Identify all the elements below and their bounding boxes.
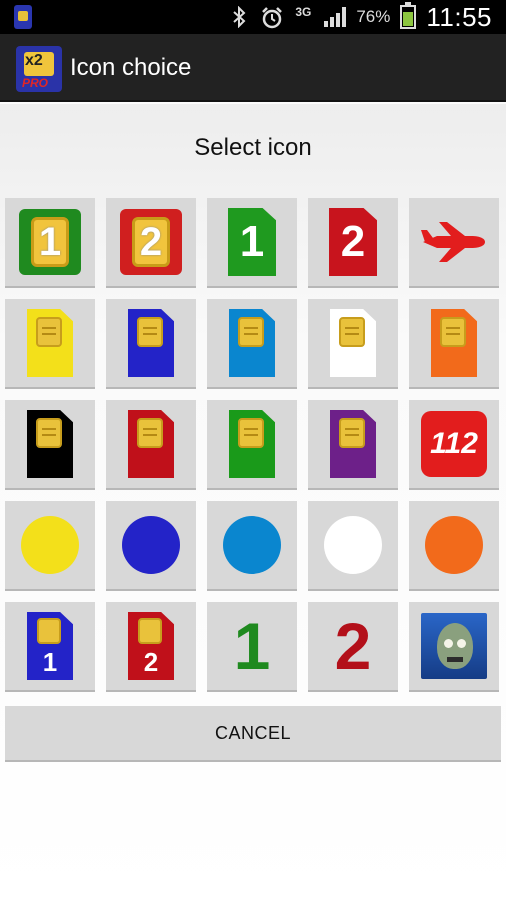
alarm-icon <box>260 6 283 29</box>
green-flag-1-icon: 1 <box>228 208 276 276</box>
red-sim-icon <box>128 410 174 478</box>
icon-label: 2 <box>340 217 366 266</box>
icon-label: 112 <box>430 427 478 460</box>
icon-option-red-sim-2[interactable]: 2 <box>106 198 196 288</box>
icon-option-red-sim[interactable] <box>106 400 196 490</box>
icon-option-orange-dot[interactable] <box>409 501 499 591</box>
screen-title: Icon choice <box>70 54 192 81</box>
battery-percent: 76% <box>356 7 391 26</box>
icon-label: 2 <box>143 647 159 677</box>
icon-grid: 1 2 1 2 112 1 2 1 2 <box>5 198 501 692</box>
bluetooth-icon <box>228 5 250 29</box>
icon-label: 1 <box>239 217 265 266</box>
action-bar: x2 PRO Icon choice <box>0 34 506 102</box>
zombie-avatar-icon <box>421 613 487 679</box>
icon-option-blue-sim-number-1[interactable]: 1 <box>5 602 95 692</box>
icon-option-purple-sim[interactable] <box>308 400 398 490</box>
icon-option-blue-sim[interactable] <box>106 299 196 389</box>
cancel-button[interactable]: CANCEL <box>5 706 501 762</box>
icon-picker-dialog: Select icon 1 2 1 2 112 1 2 1 2 CANCEL <box>0 104 506 900</box>
blue-sim-number-1-icon: 1 <box>27 612 73 680</box>
orange-sim-icon <box>431 309 477 377</box>
red-sim-number-2-icon: 2 <box>128 612 174 680</box>
app-logo-x2: x2 <box>25 52 43 69</box>
icon-label: 1 <box>42 647 58 677</box>
3g-icon: 3G <box>292 6 314 28</box>
airplane-icon <box>421 222 485 262</box>
icon-option-red-flag-2[interactable]: 2 <box>308 198 398 288</box>
red-flag-2-icon: 2 <box>329 208 377 276</box>
blue-dot-icon <box>122 516 180 574</box>
dialog-title: Select icon <box>194 134 312 161</box>
red-digit-2-icon: 2 <box>334 609 372 683</box>
status-bar: 3G 76% 11:55 <box>0 0 506 34</box>
white-sim-icon <box>330 309 376 377</box>
icon-option-orange-sim[interactable] <box>409 299 499 389</box>
icon-option-black-sim[interactable] <box>5 400 95 490</box>
black-sim-icon <box>27 410 73 478</box>
network-type-label: 3G <box>295 5 312 19</box>
light-blue-dot-icon <box>223 516 281 574</box>
green-sim-icon <box>229 410 275 478</box>
battery-icon <box>400 2 417 29</box>
icon-option-light-blue-sim[interactable] <box>207 299 297 389</box>
clock-time: 11:55 <box>426 1 492 32</box>
icon-option-yellow-sim[interactable] <box>5 299 95 389</box>
icon-option-white-sim[interactable] <box>308 299 398 389</box>
icon-label: 1 <box>31 217 69 267</box>
icon-option-zombie-avatar[interactable] <box>409 602 499 692</box>
white-dot-icon <box>324 516 382 574</box>
icon-option-green-digit-1[interactable]: 1 <box>207 602 297 692</box>
icon-option-emergency-112[interactable]: 112 <box>409 400 499 490</box>
icon-option-blue-dot[interactable] <box>106 501 196 591</box>
blue-sim-icon <box>128 309 174 377</box>
icon-option-red-digit-2[interactable]: 2 <box>308 602 398 692</box>
sim-app-icon <box>14 5 32 29</box>
green-digit-1-icon: 1 <box>233 609 271 683</box>
icon-option-red-sim-number-2[interactable]: 2 <box>106 602 196 692</box>
icon-option-yellow-dot[interactable] <box>5 501 95 591</box>
icon-label: 2 <box>132 217 170 267</box>
app-logo-icon[interactable]: x2 PRO <box>16 46 62 92</box>
light-blue-sim-icon <box>229 309 275 377</box>
icon-option-green-flag-1[interactable]: 1 <box>207 198 297 288</box>
yellow-dot-icon <box>21 516 79 574</box>
icon-option-green-sim-1[interactable]: 1 <box>5 198 95 288</box>
icon-option-green-sim[interactable] <box>207 400 297 490</box>
icon-option-light-blue-dot[interactable] <box>207 501 297 591</box>
icon-option-airplane[interactable] <box>409 198 499 288</box>
signal-icon <box>324 7 347 27</box>
app-logo-pro: PRO <box>22 76 49 90</box>
green-sim-1-icon: 1 <box>19 209 81 275</box>
orange-dot-icon <box>425 516 483 574</box>
yellow-sim-icon <box>27 309 73 377</box>
red-sim-2-icon: 2 <box>120 209 182 275</box>
icon-option-white-dot[interactable] <box>308 501 398 591</box>
purple-sim-icon <box>330 410 376 478</box>
status-icons: 3G 76% 11:55 <box>228 0 492 34</box>
emergency-112-icon: 112 <box>421 411 487 477</box>
